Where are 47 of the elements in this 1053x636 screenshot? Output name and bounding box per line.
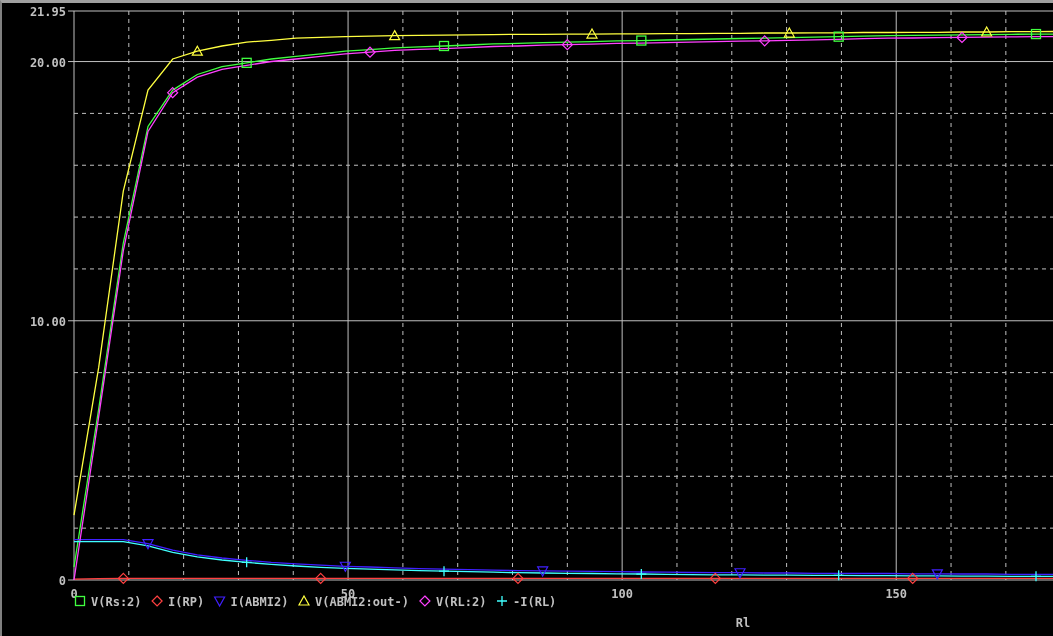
diamond-marker: [906, 572, 919, 585]
plus-marker: [1030, 570, 1042, 582]
y-tick-label: 0: [58, 574, 66, 588]
diamond-marker: [758, 34, 771, 47]
diamond-marker: [512, 572, 524, 585]
legend-label: I(ABMI2): [230, 595, 289, 609]
legend-plus-marker: [496, 595, 508, 607]
triangle-marker: [191, 44, 204, 56]
triangle-marker: [142, 539, 154, 550]
diamond-marker: [561, 38, 574, 51]
triangle-marker: [783, 26, 796, 38]
square-marker: [636, 35, 647, 46]
triangle-marker: [339, 561, 352, 573]
x-axis-title: Rl: [735, 616, 751, 630]
legend-label: -I(RL): [513, 595, 557, 609]
triangle-marker: [536, 566, 549, 578]
triangle-marker: [586, 27, 598, 39]
triangle-marker: [734, 568, 747, 579]
y-tick-label: 10.00: [29, 314, 66, 329]
y-tick-label: 20.00: [29, 55, 66, 70]
x-tick-label: 100: [611, 587, 633, 601]
diamond-marker: [364, 46, 376, 59]
triangle-marker: [980, 25, 993, 37]
diamond-marker: [314, 572, 327, 585]
triangle-marker: [388, 29, 401, 41]
square-marker: [1030, 28, 1042, 40]
legend-label: I(RP): [168, 595, 205, 609]
diamond-marker: [956, 31, 968, 44]
plus-marker: [438, 565, 450, 577]
plus-marker: [635, 568, 647, 580]
y-tick-label: 21.95: [29, 5, 66, 19]
legend-triangle-marker: [213, 596, 226, 608]
square-marker: [833, 31, 844, 42]
legend-label: V(Rs:2): [91, 595, 142, 609]
square-marker: [241, 57, 252, 68]
plus-marker: [241, 556, 253, 568]
x-tick-label: 150: [885, 587, 908, 601]
diamond-marker: [166, 86, 179, 99]
legend-triangle-marker: [298, 594, 310, 606]
diamond-marker: [709, 572, 722, 585]
legend-label: V(RL:2): [435, 595, 487, 609]
legend-diamond-marker: [151, 595, 163, 607]
legend-diamond-marker: [419, 595, 431, 607]
diamond-marker: [117, 572, 130, 585]
triangle-marker: [931, 569, 944, 580]
plus-marker: [833, 569, 845, 581]
square-marker: [438, 40, 450, 52]
